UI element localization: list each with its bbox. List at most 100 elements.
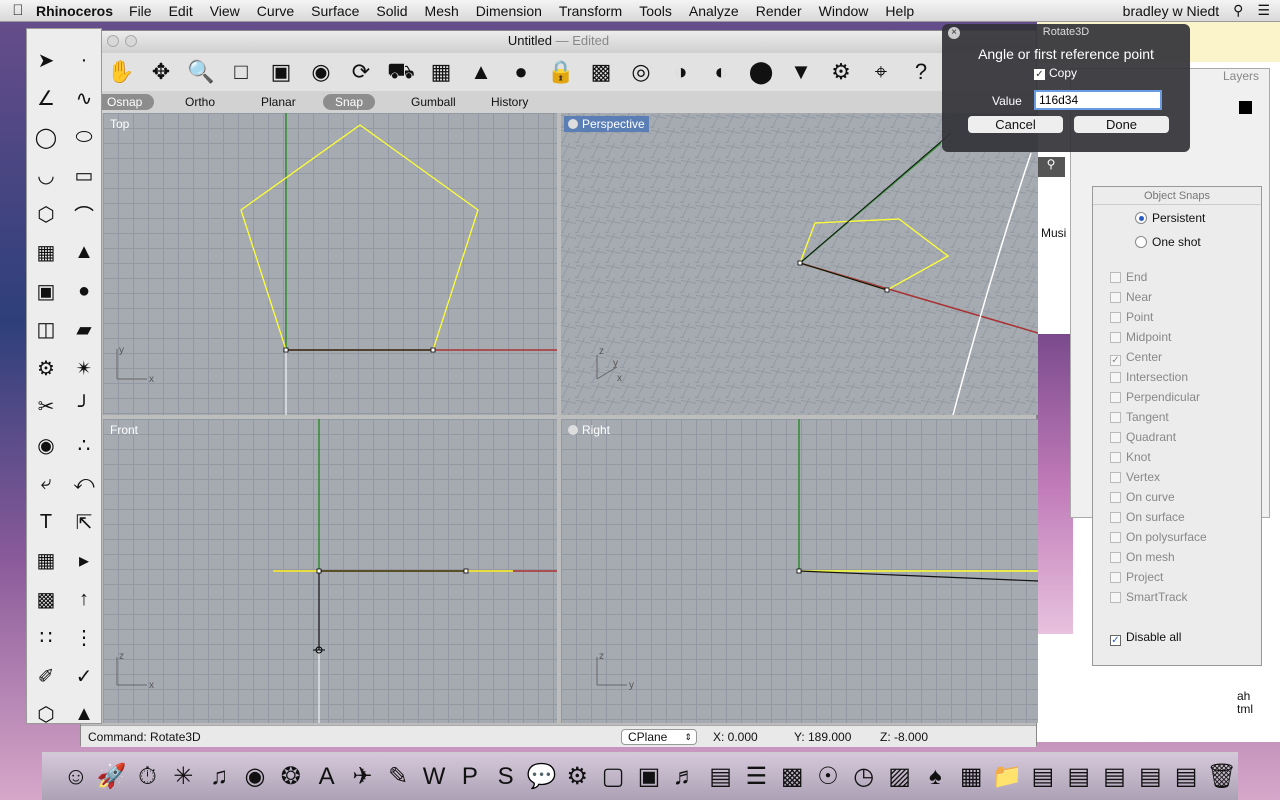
snap-perpendicular[interactable]: Perpendicular (1110, 390, 1200, 404)
ellipse-icon[interactable]: ⬭ (65, 118, 103, 157)
select-arrow-icon[interactable]: ➤ (27, 41, 65, 80)
word-icon[interactable]: W (418, 760, 450, 794)
one-shot-radio[interactable]: One shot (1135, 235, 1201, 249)
split-icon[interactable]: ╯ (65, 388, 103, 427)
messages-icon[interactable]: 💬 (526, 760, 558, 794)
ghosted-sphere-icon[interactable]: ◐ (705, 56, 737, 88)
sphere-icon[interactable]: ● (65, 272, 103, 311)
zoom-extents-icon[interactable]: ▣ (265, 56, 297, 88)
rotate-view-icon[interactable]: ⟳ (345, 56, 377, 88)
preview-icon[interactable]: ✎ (382, 760, 414, 794)
lightbulb-icon[interactable]: ● (505, 56, 537, 88)
photo-booth-icon[interactable]: ▩ (776, 760, 808, 794)
trash-icon[interactable]: 🗑 (1206, 760, 1238, 794)
solid-box-icon[interactable]: ▩ (27, 580, 65, 619)
rendered-sphere-icon[interactable]: ⬤ (745, 56, 777, 88)
dimension-icon[interactable]: ▲ (65, 696, 103, 735)
camera-icon[interactable]: ☉ (812, 760, 844, 794)
menu-file[interactable]: File (129, 3, 152, 19)
audio-icon[interactable]: ♬ (669, 760, 701, 794)
snap-vertex[interactable]: Vertex (1110, 470, 1160, 484)
calendar-icon[interactable]: ▤ (705, 760, 737, 794)
viewport-front[interactable]: Front zx (103, 419, 557, 723)
menu-tools[interactable]: Tools (639, 3, 672, 19)
safari-compass-icon[interactable]: ❂ (275, 760, 307, 794)
viewport-label-top[interactable]: Top (106, 116, 133, 132)
pan-icon[interactable]: ✥ (145, 56, 177, 88)
group-icon[interactable]: ∴ (65, 426, 103, 465)
time-machine-icon[interactable]: ◷ (848, 760, 880, 794)
lock-icon[interactable]: 🔒 (545, 56, 577, 88)
menu-help[interactable]: Help (885, 3, 914, 19)
apple-icon[interactable]:  (0, 2, 36, 19)
snap-on-curve[interactable]: On curve (1110, 490, 1175, 504)
dashboard-icon[interactable]: ⏱ (132, 760, 164, 794)
safari-icon[interactable]: ✳ (167, 760, 199, 794)
list-icon[interactable]: ☰ (1257, 2, 1270, 19)
osnap-toggle[interactable]: Osnap (95, 94, 155, 110)
rectangle-icon[interactable]: ▭ (65, 157, 103, 196)
edit-icon[interactable]: ✐ (27, 657, 65, 696)
snap-end[interactable]: End (1110, 270, 1147, 284)
box-icon[interactable]: ▣ (27, 272, 65, 311)
layer-color-swatch[interactable] (1239, 101, 1252, 114)
menu-transform[interactable]: Transform (559, 3, 622, 19)
move-icon[interactable]: ▸ (65, 542, 103, 581)
snap-smarttrack[interactable]: SmartTrack (1110, 590, 1188, 604)
launchpad-icon[interactable]: 🚀 (96, 760, 128, 794)
arc-icon[interactable]: ◡ (27, 157, 65, 196)
system-preferences-icon[interactable]: ⚙ (561, 760, 593, 794)
cplane-select[interactable]: CPlane ⇕ (621, 729, 697, 745)
snap-on-polysurface[interactable]: On polysurface (1110, 530, 1207, 544)
layer-icon[interactable]: ▩ (585, 56, 617, 88)
project-icon[interactable]: ↑ (65, 580, 103, 619)
snap-knot[interactable]: Knot (1110, 450, 1151, 464)
photos-icon[interactable]: ▦ (955, 760, 987, 794)
snap-intersection[interactable]: Intersection (1110, 370, 1188, 384)
viewport-perspective[interactable]: Perspective zyx (561, 113, 1038, 415)
movie-icon[interactable]: ▨ (884, 760, 916, 794)
hand-icon[interactable]: ✋ (105, 56, 137, 88)
snap-toggle[interactable]: Snap (323, 94, 376, 110)
spotlight-render-icon[interactable]: ▼ (785, 56, 817, 88)
check-icon[interactable]: ✓ (65, 657, 103, 696)
reminders-icon[interactable]: ☰ (740, 760, 772, 794)
menu-solid[interactable]: Solid (376, 3, 407, 19)
search-icon[interactable]: ⚲ (1037, 157, 1065, 177)
document-icon[interactable]: ▤ (1027, 760, 1059, 794)
cplane-icon[interactable]: ▲ (465, 56, 497, 88)
menu-render[interactable]: Render (756, 3, 802, 19)
command-prompt[interactable]: Command: Rotate3D (88, 730, 201, 744)
grid-array-icon[interactable]: ∷ (27, 619, 65, 658)
powerpoint-icon[interactable]: P (454, 760, 486, 794)
wireframe-sphere-icon[interactable]: ◑ (665, 56, 697, 88)
itunes-icon[interactable]: ♫ (203, 760, 235, 794)
menu-analyze[interactable]: Analyze (689, 3, 739, 19)
snap-quadrant[interactable]: Quadrant (1110, 430, 1176, 444)
chrome-icon[interactable]: ◉ (239, 760, 271, 794)
menu-surface[interactable]: Surface (311, 3, 359, 19)
polyline-icon[interactable]: ∠ (27, 80, 65, 119)
zoom-selected-icon[interactable]: ◉ (305, 56, 337, 88)
settings-gear-icon[interactable]: ⚙ (825, 56, 857, 88)
close-icon[interactable]: × (948, 27, 960, 39)
circle-icon[interactable]: ◯ (27, 118, 65, 157)
snap-tangent[interactable]: Tangent (1110, 410, 1169, 424)
viewport-label-perspective[interactable]: Perspective (564, 116, 649, 132)
color-wheel-icon[interactable]: ◎ (625, 56, 657, 88)
viewport-right[interactable]: Right zy (561, 419, 1038, 723)
spotlight-icon[interactable]: ⚲ (1233, 2, 1243, 19)
viewport-label-right[interactable]: Right (564, 422, 614, 438)
osnap-toolbar-icon[interactable]: ⌖ (865, 56, 897, 88)
menu-curve[interactable]: Curve (257, 3, 294, 19)
ortho-toggle[interactable]: Ortho (173, 94, 227, 110)
done-button[interactable]: Done (1074, 116, 1169, 133)
snap-on-surface[interactable]: On surface (1110, 510, 1185, 524)
copy-checkbox[interactable]: ✓ Copy (1034, 66, 1077, 80)
disable-all-checkbox[interactable]: ✓ Disable all (1110, 630, 1181, 646)
offset-icon[interactable]: ⤶ (27, 465, 65, 504)
document-stack-icon-3[interactable]: ▤ (1134, 760, 1166, 794)
menu-dimension[interactable]: Dimension (476, 3, 542, 19)
snap-point[interactable]: Point (1110, 310, 1153, 324)
document-stack-icon-2[interactable]: ▤ (1099, 760, 1131, 794)
